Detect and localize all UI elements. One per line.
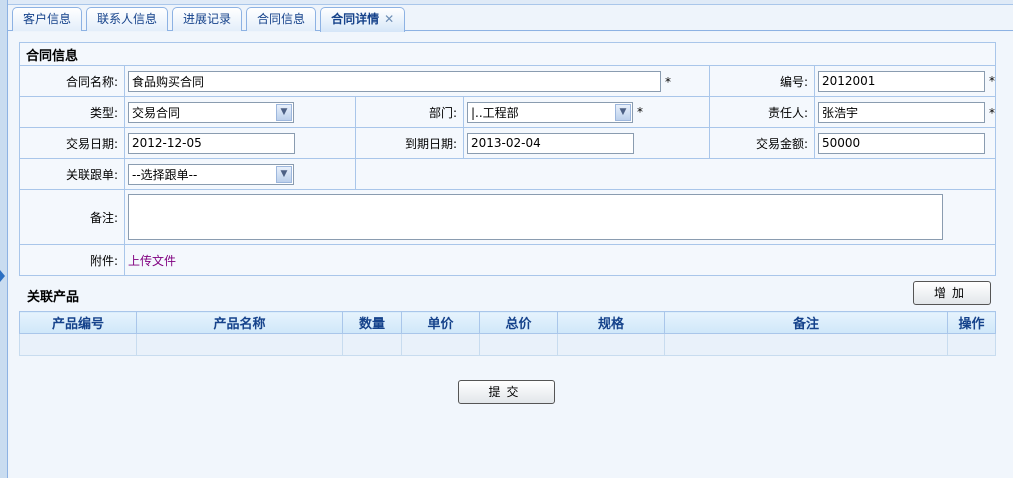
tab-contact-info[interactable]: 联系人信息 <box>86 7 169 31</box>
products-title: 关联产品 <box>27 290 80 305</box>
department-select[interactable]: |..工程部 ▼ <box>467 101 633 123</box>
top-strip <box>8 0 1013 5</box>
trade-date-input[interactable] <box>128 132 295 154</box>
label: 交易金额: <box>709 127 815 159</box>
tab-label: 合同详情 <box>331 12 380 26</box>
close-icon[interactable]: ✕ <box>384 12 394 26</box>
type-select[interactable]: 交易合同 ▼ <box>128 101 294 123</box>
required-mark: * <box>665 74 671 89</box>
left-splitter[interactable] <box>0 0 8 478</box>
products-table: 产品编号 产品名称 数量 单价 总价 规格 备注 操作 <box>19 311 996 356</box>
tab-customer-info[interactable]: 客户信息 <box>12 7 83 31</box>
label: 部门: <box>355 96 464 128</box>
required-mark: * <box>637 104 643 119</box>
chevron-down-icon: ▼ <box>276 165 292 183</box>
label: 交易日期: <box>19 127 125 159</box>
due-date-input[interactable] <box>467 132 634 154</box>
column-header: 备注 <box>664 311 948 334</box>
required-mark: * <box>989 74 995 88</box>
label: 备注: <box>19 189 125 245</box>
content-panel: 合同信息 合同名称: * 编号: * 类型: 交易合同▼ 部门: |..工程部▼… <box>10 32 1013 478</box>
chevron-down-icon: ▼ <box>276 103 292 121</box>
column-header: 总价 <box>479 311 558 334</box>
column-header: 规格 <box>557 311 665 334</box>
amount-input[interactable] <box>818 132 985 154</box>
column-header: 操作 <box>947 311 996 334</box>
upload-file-link[interactable]: 上传文件 <box>128 254 176 268</box>
label: 编号: <box>709 65 815 97</box>
submit-button[interactable]: 提交 <box>458 380 555 404</box>
owner-input[interactable] <box>818 101 985 123</box>
label: 关联跟单: <box>19 158 125 190</box>
column-header: 单价 <box>401 311 480 334</box>
tab-contract-info[interactable]: 合同信息 <box>246 7 317 31</box>
related-order-select[interactable]: --选择跟单-- ▼ <box>128 163 294 185</box>
label: 类型: <box>19 96 125 128</box>
label: 合同名称: <box>19 65 125 97</box>
tab-contract-detail[interactable]: 合同详情 ✕ <box>320 7 406 32</box>
contract-form: 合同信息 合同名称: * 编号: * 类型: 交易合同▼ 部门: |..工程部▼… <box>19 42 996 276</box>
column-header: 数量 <box>342 311 402 334</box>
table-row <box>19 333 996 356</box>
section-title: 合同信息 <box>19 42 996 66</box>
contract-name-input[interactable] <box>128 70 661 92</box>
label: 附件: <box>19 244 125 276</box>
column-header: 产品名称 <box>136 311 343 334</box>
add-product-button[interactable]: 增加 <box>913 281 991 305</box>
expand-arrow-icon[interactable] <box>0 270 5 282</box>
label: 到期日期: <box>355 127 464 159</box>
remark-textarea[interactable] <box>128 194 943 240</box>
required-mark: * <box>989 105 995 120</box>
number-input[interactable] <box>818 70 985 92</box>
label: 责任人: <box>709 96 815 128</box>
tab-bar: 客户信息 联系人信息 进展记录 合同信息 合同详情 ✕ <box>8 7 1013 32</box>
column-header: 产品编号 <box>19 311 137 334</box>
chevron-down-icon: ▼ <box>615 103 631 121</box>
tab-progress[interactable]: 进展记录 <box>172 7 243 31</box>
